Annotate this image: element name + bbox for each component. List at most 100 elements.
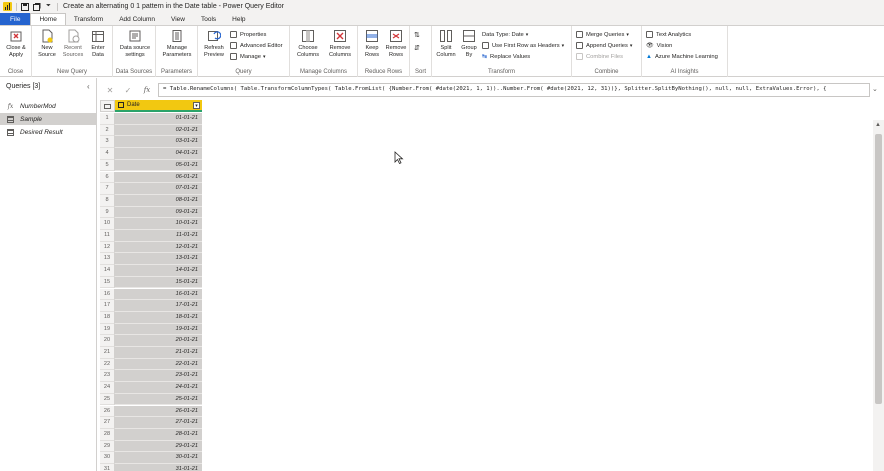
date-cell[interactable]: 29-01-21: [115, 440, 202, 453]
table-row[interactable]: 16 16-01-21: [100, 288, 202, 301]
row-number[interactable]: 18: [100, 311, 115, 324]
date-cell[interactable]: 23-01-21: [115, 370, 202, 383]
row-number[interactable]: 6: [100, 171, 115, 184]
row-number[interactable]: 11: [100, 230, 115, 242]
date-cell[interactable]: 08-01-21: [115, 194, 202, 207]
row-number[interactable]: 16: [100, 288, 115, 301]
properties-button[interactable]: Properties: [230, 30, 266, 39]
query-item-sample[interactable]: Sample: [0, 113, 96, 125]
customize-toolbar-icon[interactable]: ⏷: [44, 2, 53, 11]
date-cell[interactable]: 03-01-21: [115, 136, 202, 149]
row-number[interactable]: 29: [100, 440, 115, 453]
cancel-formula-icon[interactable]: ✕: [102, 86, 118, 95]
vision-button[interactable]: 👁 Vision: [646, 41, 672, 50]
date-cell[interactable]: 31-01-21: [115, 464, 202, 471]
table-row[interactable]: 17 17-01-21: [100, 300, 202, 312]
collapse-pane-icon[interactable]: ‹: [87, 82, 90, 91]
undo-icon[interactable]: [32, 2, 41, 11]
table-row[interactable]: 2 02-01-21: [100, 124, 202, 137]
date-cell[interactable]: 06-01-21: [115, 171, 202, 184]
date-cell[interactable]: 07-01-21: [115, 183, 202, 195]
date-cell[interactable]: 27-01-21: [115, 417, 202, 429]
manage-button[interactable]: Manage ▾: [230, 52, 265, 61]
row-number[interactable]: 13: [100, 253, 115, 266]
table-row[interactable]: 30 30-01-21: [100, 452, 202, 464]
expand-formula-icon[interactable]: ⌄: [872, 85, 878, 93]
replace-values-button[interactable]: ↹ Replace Values: [482, 52, 530, 61]
table-row[interactable]: 12 12-01-21: [100, 241, 202, 254]
date-cell[interactable]: 11-01-21: [115, 230, 202, 242]
tab-tools[interactable]: Tools: [193, 13, 224, 25]
tab-transform[interactable]: Transform: [66, 13, 111, 25]
table-row[interactable]: 14 14-01-21: [100, 265, 202, 277]
new-source-button[interactable]: New Source: [34, 29, 60, 58]
row-number[interactable]: 7: [100, 183, 115, 195]
table-menu-icon[interactable]: [100, 100, 115, 112]
insert-function-icon[interactable]: fx: [139, 86, 155, 94]
remove-columns-button[interactable]: Remove Columns: [324, 29, 356, 58]
row-number[interactable]: 8: [100, 194, 115, 207]
date-cell[interactable]: 19-01-21: [115, 323, 202, 336]
date-cell[interactable]: 18-01-21: [115, 311, 202, 324]
group-by-button[interactable]: Group By: [459, 29, 479, 58]
date-cell[interactable]: 21-01-21: [115, 347, 202, 359]
advanced-editor-button[interactable]: Advanced Editor: [230, 41, 283, 50]
column-filter-dropdown-icon[interactable]: ▾: [193, 102, 200, 109]
row-number[interactable]: 27: [100, 417, 115, 429]
table-row[interactable]: 28 28-01-21: [100, 428, 202, 441]
table-row[interactable]: 20 20-01-21: [100, 335, 202, 347]
date-cell[interactable]: 28-01-21: [115, 428, 202, 441]
sort-descending-button[interactable]: ⇵: [414, 43, 420, 52]
table-row[interactable]: 11 11-01-21: [100, 230, 202, 242]
row-number[interactable]: 24: [100, 382, 115, 394]
table-row[interactable]: 9 09-01-21: [100, 206, 202, 219]
tab-add-column[interactable]: Add Column: [111, 13, 163, 25]
choose-columns-button[interactable]: Choose Columns: [293, 29, 323, 58]
table-row[interactable]: 27 27-01-21: [100, 417, 202, 429]
row-number[interactable]: 1: [100, 113, 115, 125]
table-row[interactable]: 19 19-01-21: [100, 323, 202, 336]
row-number[interactable]: 9: [100, 206, 115, 219]
row-number[interactable]: 23: [100, 370, 115, 383]
table-row[interactable]: 3 03-01-21: [100, 136, 202, 149]
tab-home[interactable]: Home: [30, 13, 66, 25]
row-number[interactable]: 3: [100, 136, 115, 149]
row-number[interactable]: 15: [100, 276, 115, 289]
recent-sources-button[interactable]: Recent Sources: [60, 29, 86, 58]
row-number[interactable]: 17: [100, 300, 115, 312]
date-cell[interactable]: 04-01-21: [115, 148, 202, 160]
azure-ml-button[interactable]: ▲ Azure Machine Learning: [646, 52, 718, 61]
table-row[interactable]: 10 10-01-21: [100, 218, 202, 230]
merge-queries-button[interactable]: Merge Queries ▾: [576, 30, 629, 39]
date-cell[interactable]: 02-01-21: [115, 124, 202, 137]
keep-rows-button[interactable]: Keep Rows: [360, 29, 384, 58]
date-cell[interactable]: 26-01-21: [115, 405, 202, 418]
column-header-date[interactable]: Date ▾: [115, 100, 202, 112]
table-row[interactable]: 6 06-01-21: [100, 171, 202, 184]
table-row[interactable]: 24 24-01-21: [100, 382, 202, 394]
append-queries-button[interactable]: Append Queries ▾: [576, 41, 632, 50]
table-row[interactable]: 26 26-01-21: [100, 405, 202, 418]
row-number[interactable]: 26: [100, 405, 115, 418]
date-cell[interactable]: 17-01-21: [115, 300, 202, 312]
table-row[interactable]: 25 25-01-21: [100, 393, 202, 406]
scroll-up-icon[interactable]: ▲: [875, 122, 881, 128]
row-number[interactable]: 20: [100, 335, 115, 347]
table-row[interactable]: 18 18-01-21: [100, 311, 202, 324]
vertical-scrollbar[interactable]: ▲: [873, 120, 884, 471]
date-cell[interactable]: 10-01-21: [115, 218, 202, 230]
row-number[interactable]: 10: [100, 218, 115, 230]
table-row[interactable]: 5 05-01-21: [100, 159, 202, 172]
enter-data-button[interactable]: Enter Data: [86, 29, 110, 58]
table-row[interactable]: 13 13-01-21: [100, 253, 202, 266]
combine-files-button[interactable]: Combine Files: [576, 52, 623, 61]
date-cell[interactable]: 25-01-21: [115, 393, 202, 406]
scrollbar-thumb[interactable]: [875, 134, 882, 404]
tab-file[interactable]: File: [0, 13, 31, 25]
data-type-dropdown[interactable]: Data Type: Date ▾: [482, 30, 528, 39]
table-row[interactable]: 31 31-01-21: [100, 464, 202, 471]
tab-help[interactable]: Help: [224, 13, 253, 25]
text-analytics-button[interactable]: Text Analytics: [646, 30, 691, 39]
row-number[interactable]: 28: [100, 428, 115, 441]
table-row[interactable]: 29 29-01-21: [100, 440, 202, 453]
